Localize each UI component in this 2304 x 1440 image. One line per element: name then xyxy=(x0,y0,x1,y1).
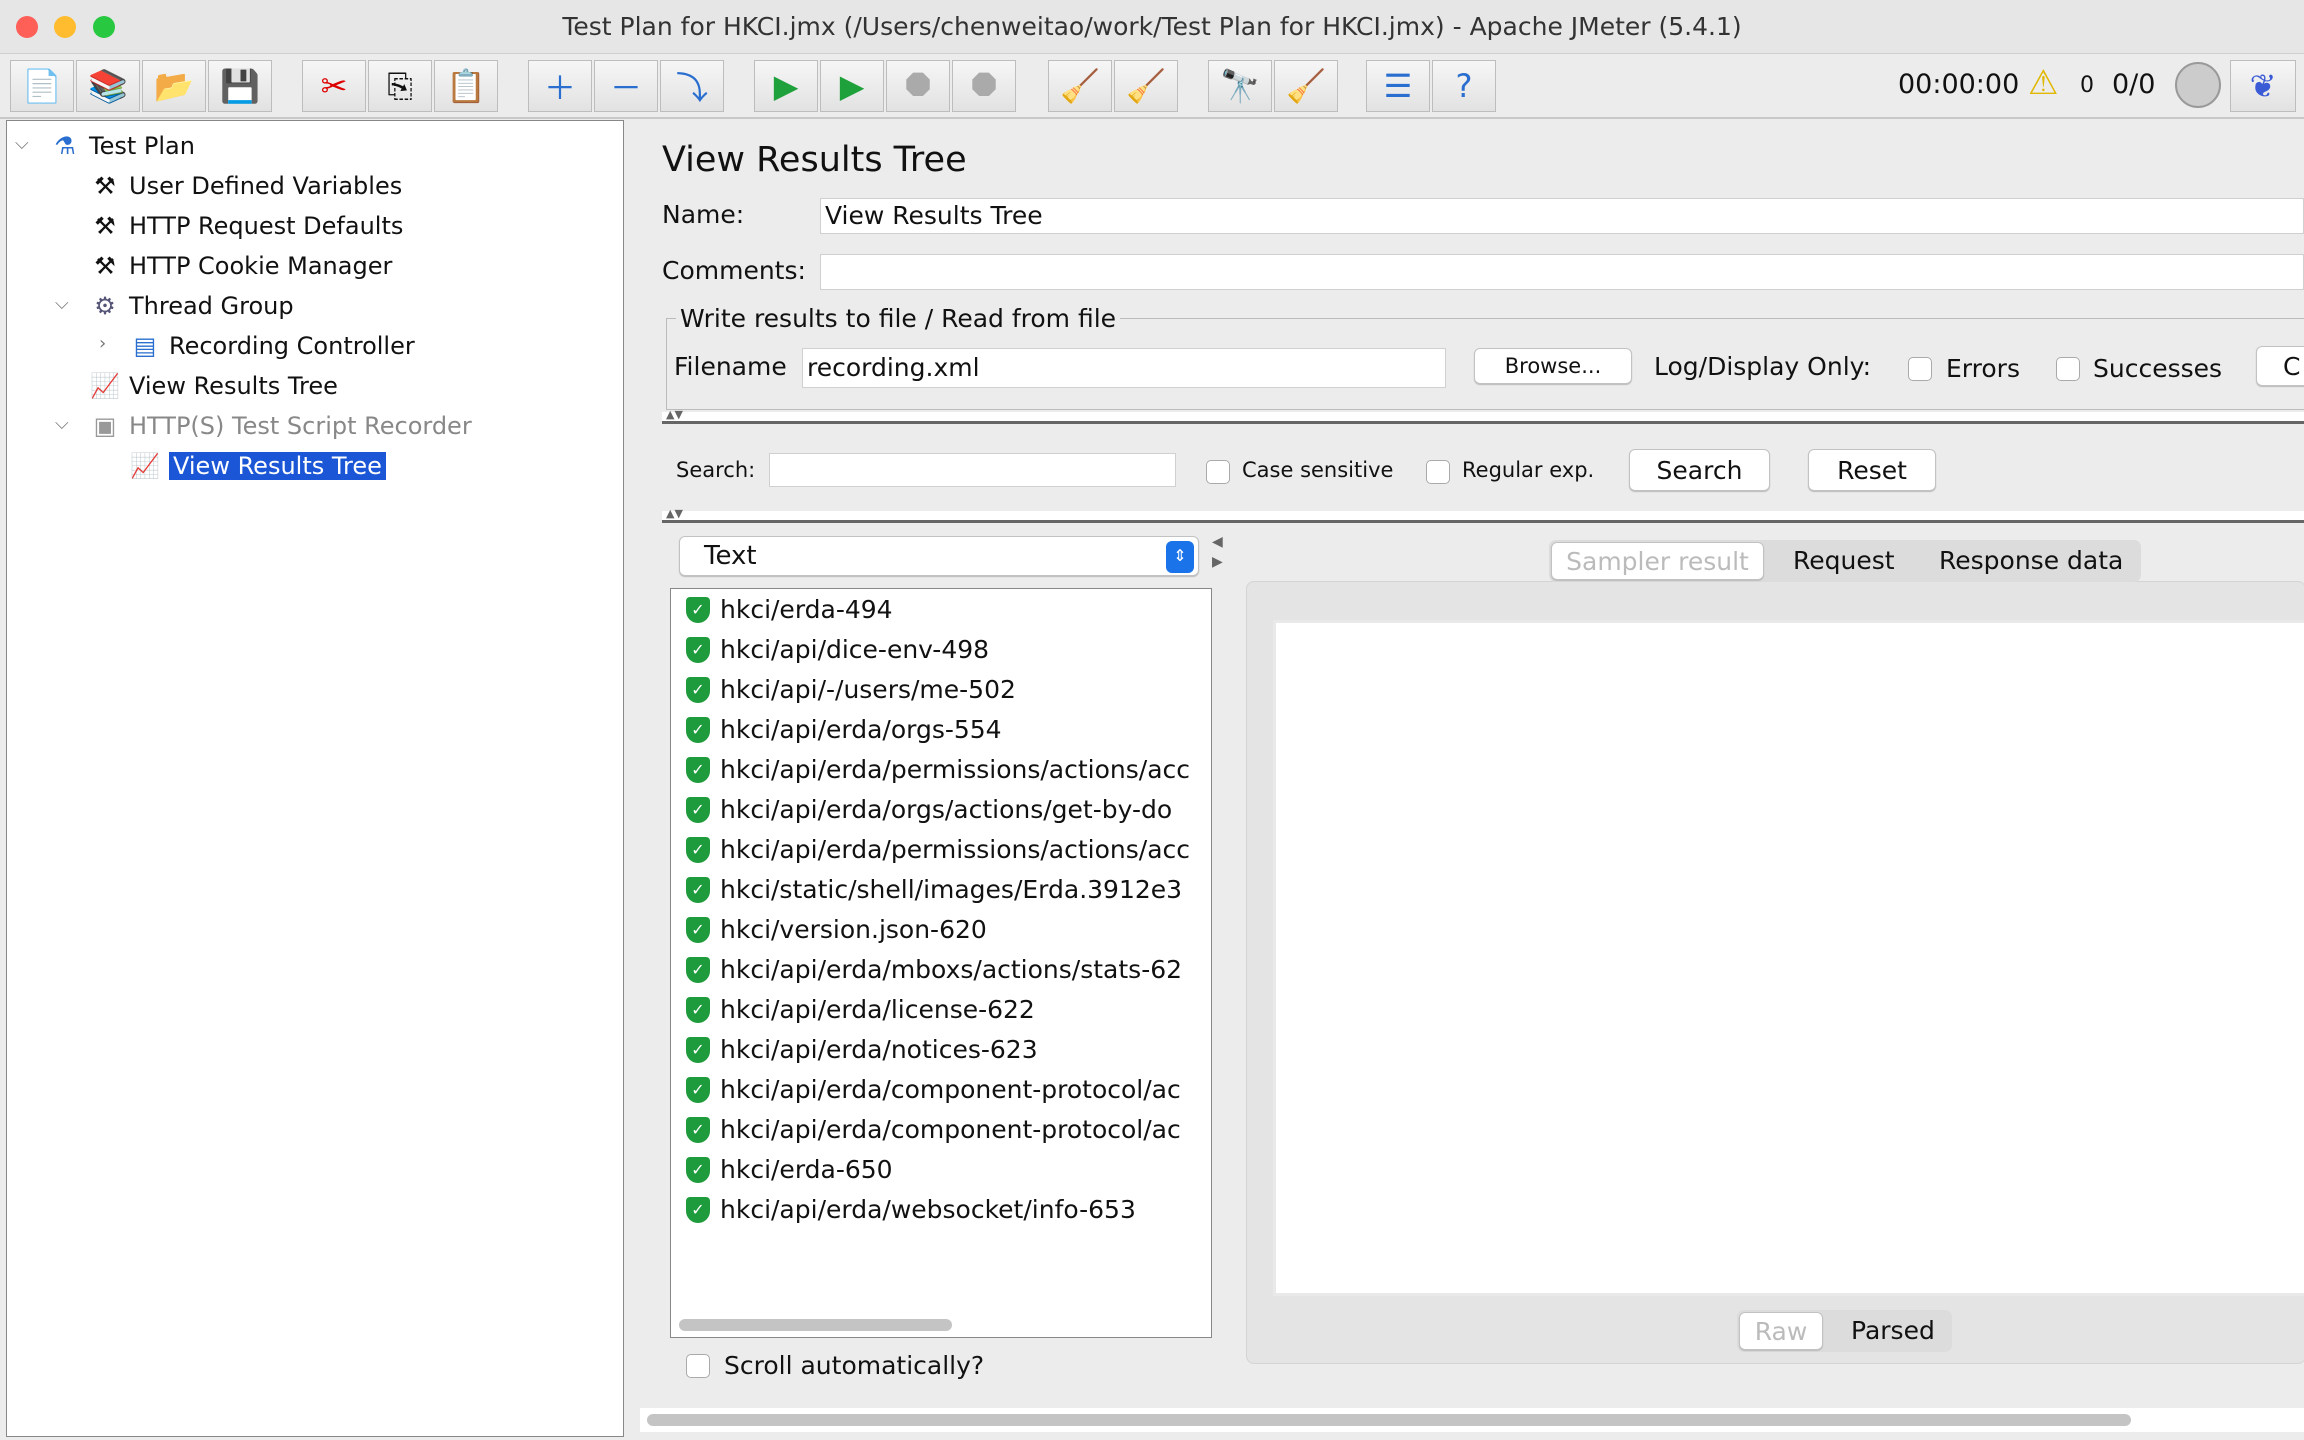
successes-label: Successes xyxy=(2093,354,2223,383)
success-shield-icon: ✓ xyxy=(686,717,710,743)
help-icon[interactable]: ? xyxy=(1432,60,1496,112)
sampler-result-text[interactable] xyxy=(1273,620,2304,1296)
success-shield-icon: ✓ xyxy=(686,837,710,863)
tab-request[interactable]: Request xyxy=(1793,546,1895,575)
tab-raw[interactable]: Raw xyxy=(1739,1312,1823,1350)
remote-status-icon[interactable] xyxy=(2175,62,2221,108)
warning-icon[interactable]: ⚠ xyxy=(2028,63,2058,103)
search-button[interactable]: Search xyxy=(1629,449,1770,491)
reset-button[interactable]: Reset xyxy=(1808,449,1936,491)
success-shield-icon: ✓ xyxy=(686,997,710,1023)
result-item[interactable]: ✓ hkci/api/erda/websocket/info-653 xyxy=(686,1192,1136,1228)
result-item[interactable]: ✓ hkci/api/erda/permissions/actions/acc xyxy=(686,832,1190,868)
result-item[interactable]: ✓ hkci/erda-494 xyxy=(686,592,893,628)
success-shield-icon: ✓ xyxy=(686,957,710,983)
scrollbar-thumb[interactable] xyxy=(679,1319,952,1331)
result-item[interactable]: ✓ hkci/api/erda/permissions/actions/acc xyxy=(686,752,1190,788)
list-hscrollbar[interactable] xyxy=(672,1314,1210,1336)
regex-label: Regular exp. xyxy=(1462,458,1595,482)
success-shield-icon: ✓ xyxy=(686,677,710,703)
tab-sampler-result[interactable]: Sampler result xyxy=(1551,542,1764,580)
success-shield-icon: ✓ xyxy=(686,1077,710,1103)
result-item[interactable]: ✓ hkci/api/erda/license-622 xyxy=(686,992,1035,1028)
result-item[interactable]: ✓ hkci/api/erda/component-protocol/ac xyxy=(686,1072,1181,1108)
main-hscrollbar[interactable] xyxy=(640,1408,2304,1432)
success-shield-icon: ✓ xyxy=(686,797,710,823)
success-shield-icon: ✓ xyxy=(686,597,710,623)
result-item[interactable]: ✓ hkci/erda-650 xyxy=(686,1152,893,1188)
elapsed-timer: 00:00:00 xyxy=(1898,69,2020,100)
configure-button[interactable]: C xyxy=(2256,346,2304,386)
result-item[interactable]: ✓ hkci/version.json-620 xyxy=(686,912,987,948)
success-shield-icon: ✓ xyxy=(686,1197,710,1223)
feather-icon[interactable]: ❦ xyxy=(2230,60,2296,112)
success-shield-icon: ✓ xyxy=(686,637,710,663)
thread-count: 0/0 xyxy=(2112,69,2156,100)
result-item[interactable]: ✓ hkci/api/dice-env-498 xyxy=(686,632,989,668)
success-shield-icon: ✓ xyxy=(686,1117,710,1143)
log-display-label: Log/Display Only: xyxy=(1654,352,1872,381)
scroll-auto-label: Scroll automatically? xyxy=(724,1351,985,1380)
success-shield-icon: ✓ xyxy=(686,917,710,943)
success-shield-icon: ✓ xyxy=(686,1157,710,1183)
result-item[interactable]: ✓ hkci/api/-/users/me-502 xyxy=(686,672,1016,708)
scrollbar-thumb[interactable] xyxy=(647,1414,2131,1426)
success-shield-icon: ✓ xyxy=(686,1037,710,1063)
regex-checkbox[interactable] xyxy=(1426,460,1450,484)
success-shield-icon: ✓ xyxy=(686,877,710,903)
function-helper-icon[interactable]: ☰ xyxy=(1366,60,1430,112)
successes-checkbox[interactable] xyxy=(2056,357,2080,381)
collapse-arrows-icon[interactable]: ◀ ▶ xyxy=(1212,532,1223,572)
scroll-auto-checkbox[interactable] xyxy=(686,1354,710,1378)
success-shield-icon: ✓ xyxy=(686,757,710,783)
tab-parsed[interactable]: Parsed xyxy=(1851,1316,1935,1345)
result-item[interactable]: ✓ hkci/api/erda/notices-623 xyxy=(686,1032,1038,1068)
errors-checkbox[interactable] xyxy=(1908,357,1932,381)
search-icon[interactable]: 🔭 xyxy=(1208,60,1272,112)
result-item[interactable]: ✓ hkci/api/erda/component-protocol/ac xyxy=(686,1112,1181,1148)
result-item[interactable]: ✓ hkci/api/erda/orgs-554 xyxy=(686,712,1002,748)
result-item[interactable]: ✓ hkci/api/erda/orgs/actions/get-by-do xyxy=(686,792,1172,828)
warning-count: 0 xyxy=(2080,73,2094,98)
errors-label: Errors xyxy=(1946,354,2020,383)
tab-response-data[interactable]: Response data xyxy=(1939,546,2123,575)
browse-button[interactable]: Browse... xyxy=(1474,348,1632,384)
case-sensitive-label: Case sensitive xyxy=(1242,458,1394,482)
reset-search-icon[interactable]: 🧹 xyxy=(1274,60,1338,112)
result-item[interactable]: ✓ hkci/api/erda/mboxs/actions/stats-62 xyxy=(686,952,1182,988)
result-item[interactable]: ✓ hkci/static/shell/images/Erda.3912e3 xyxy=(686,872,1182,908)
